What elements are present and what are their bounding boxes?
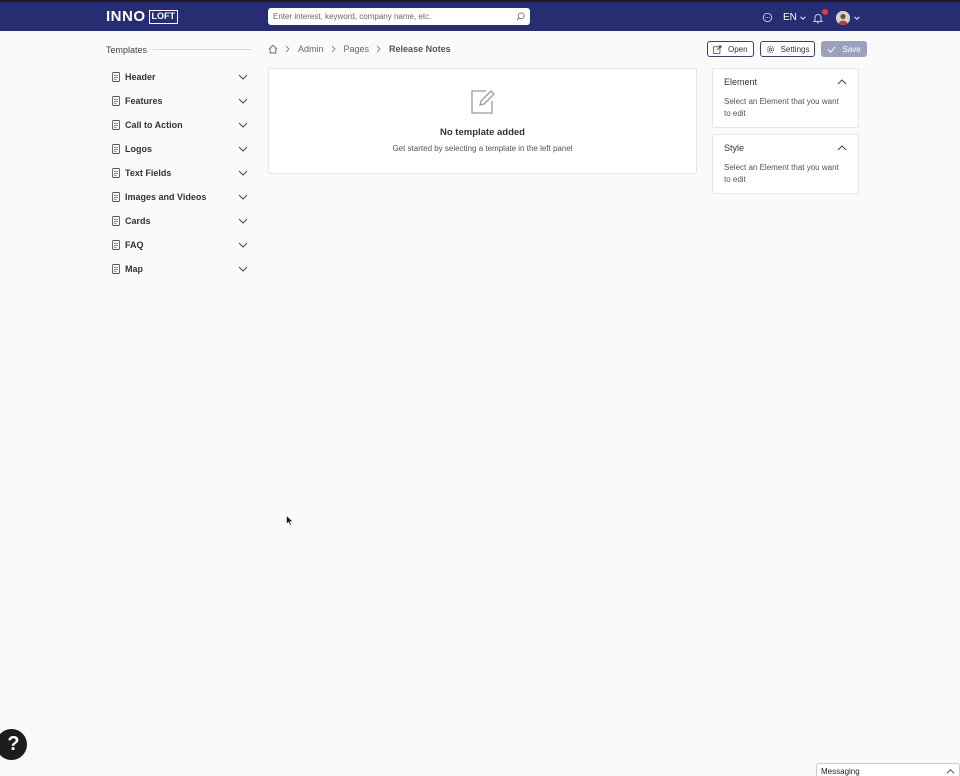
sidebar-item-map[interactable]: Map bbox=[106, 257, 252, 281]
messaging-label: Messaging bbox=[821, 766, 860, 776]
templates-sidebar: Templates Header Features Call to Action… bbox=[106, 42, 252, 281]
element-panel-header[interactable]: Element bbox=[724, 76, 847, 88]
notification-badge bbox=[822, 9, 828, 15]
logo-box-text: LOFT bbox=[148, 9, 178, 24]
breadcrumb-current: Release Notes bbox=[389, 44, 451, 54]
divider bbox=[153, 49, 252, 50]
chevron-up-icon[interactable] bbox=[837, 77, 847, 87]
document-icon bbox=[112, 96, 120, 106]
document-icon bbox=[112, 168, 120, 178]
chevron-right-icon bbox=[376, 45, 382, 53]
global-search bbox=[268, 8, 530, 25]
chevron-up-icon bbox=[946, 768, 955, 774]
element-panel-body: Select an Element that you want to edit bbox=[724, 97, 839, 118]
chevron-down-icon bbox=[238, 170, 248, 176]
messaging-tab[interactable]: Messaging bbox=[816, 763, 960, 776]
template-canvas: No template added Get started by selecti… bbox=[268, 68, 697, 174]
sidebar-item-cards[interactable]: Cards bbox=[106, 209, 252, 233]
style-panel-title: Style bbox=[724, 143, 745, 153]
style-panel-header[interactable]: Style bbox=[724, 142, 847, 154]
sidebar-item-header[interactable]: Header bbox=[106, 65, 252, 89]
chevron-down-icon bbox=[238, 74, 248, 80]
save-button-label: Save bbox=[842, 44, 861, 54]
document-icon bbox=[112, 216, 120, 226]
avatar bbox=[836, 10, 850, 25]
sidebar-item-faq[interactable]: FAQ bbox=[106, 233, 252, 257]
chevron-up-icon[interactable] bbox=[837, 143, 847, 153]
document-icon bbox=[112, 264, 120, 274]
empty-state-title: No template added bbox=[440, 127, 525, 138]
gear-icon bbox=[766, 45, 774, 53]
settings-button-label: Settings bbox=[780, 44, 810, 54]
language-label: EN bbox=[783, 12, 797, 23]
document-icon bbox=[112, 120, 120, 130]
style-panel: Style Select an Element that you want to… bbox=[712, 134, 859, 194]
notifications-bell-icon[interactable] bbox=[812, 2, 828, 33]
breadcrumb-admin[interactable]: Admin bbox=[298, 44, 324, 54]
sidebar-item-label: Call to Action bbox=[125, 120, 183, 130]
chevron-down-icon bbox=[238, 194, 248, 200]
logo-text: INNO bbox=[106, 8, 146, 25]
help-button[interactable]: ? bbox=[0, 729, 27, 760]
sidebar-item-label: Features bbox=[125, 96, 163, 106]
chevron-down-icon bbox=[238, 122, 248, 128]
sidebar-item-logos[interactable]: Logos bbox=[106, 137, 252, 161]
sidebar-item-features[interactable]: Features bbox=[106, 89, 252, 113]
page-actions: Open Settings Save bbox=[707, 41, 867, 57]
sidebar-header: Templates bbox=[106, 42, 252, 57]
messages-icon[interactable] bbox=[762, 2, 773, 33]
document-icon bbox=[112, 144, 120, 154]
search-icon[interactable] bbox=[515, 12, 525, 22]
question-mark-icon: ? bbox=[7, 733, 20, 755]
sidebar-item-call-to-action[interactable]: Call to Action bbox=[106, 113, 252, 137]
settings-button[interactable]: Settings bbox=[759, 41, 816, 57]
language-selector[interactable]: EN bbox=[783, 2, 807, 33]
sidebar-item-images-and-videos[interactable]: Images and Videos bbox=[106, 185, 252, 209]
chevron-right-icon bbox=[331, 45, 337, 53]
search-input[interactable] bbox=[273, 12, 515, 21]
user-menu[interactable] bbox=[836, 2, 861, 33]
breadcrumb: Admin Pages Release Notes bbox=[268, 43, 451, 55]
chevron-down-icon bbox=[238, 218, 248, 224]
sidebar-item-label: Cards bbox=[125, 216, 151, 226]
sidebar-title: Templates bbox=[106, 44, 148, 55]
element-panel-title: Element bbox=[724, 77, 758, 87]
sidebar-item-text-fields[interactable]: Text Fields bbox=[106, 161, 252, 185]
document-icon bbox=[112, 192, 120, 202]
open-button[interactable]: Open bbox=[707, 41, 754, 57]
edit-document-icon bbox=[471, 90, 495, 114]
breadcrumb-pages[interactable]: Pages bbox=[344, 44, 370, 54]
sidebar-item-label: Text Fields bbox=[125, 168, 172, 178]
check-icon bbox=[828, 45, 836, 53]
chevron-down-icon bbox=[238, 146, 248, 152]
empty-state-subtitle: Get started by selecting a template in t… bbox=[392, 144, 573, 153]
document-icon bbox=[112, 240, 120, 250]
mouse-cursor-icon bbox=[286, 515, 294, 526]
chevron-down-icon bbox=[238, 242, 248, 248]
save-button[interactable]: Save bbox=[821, 41, 867, 57]
sidebar-item-label: Logos bbox=[125, 144, 152, 154]
element-panel: Element Select an Element that you want … bbox=[712, 68, 859, 128]
chevron-right-icon bbox=[285, 45, 291, 53]
sidebar-item-label: Header bbox=[125, 72, 156, 82]
top-navigation-bar: INNO LOFT EN bbox=[0, 0, 960, 31]
home-icon[interactable] bbox=[268, 44, 278, 54]
document-icon bbox=[112, 72, 120, 82]
innoloft-logo[interactable]: INNO LOFT bbox=[106, 9, 178, 24]
sidebar-item-label: FAQ bbox=[125, 240, 144, 250]
external-edit-icon bbox=[713, 45, 722, 54]
sidebar-item-label: Map bbox=[125, 264, 143, 274]
style-panel-body: Select an Element that you want to edit bbox=[724, 163, 839, 184]
open-button-label: Open bbox=[728, 44, 748, 54]
chevron-down-icon bbox=[238, 98, 248, 104]
chevron-down-icon bbox=[238, 266, 248, 272]
chevron-down-icon bbox=[800, 15, 806, 20]
sidebar-item-label: Images and Videos bbox=[125, 192, 207, 202]
chevron-down-icon bbox=[854, 15, 860, 20]
